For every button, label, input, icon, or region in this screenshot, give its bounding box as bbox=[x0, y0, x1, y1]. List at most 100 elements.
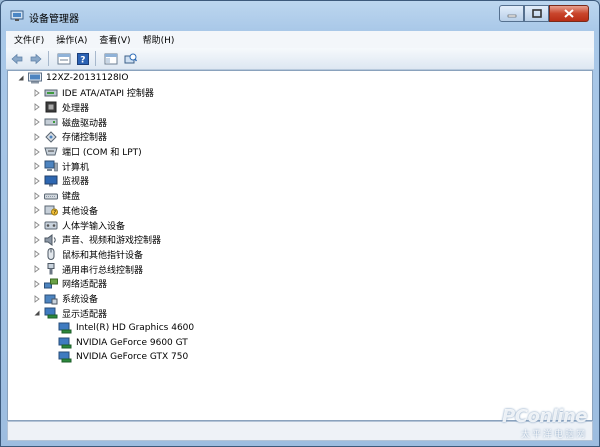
tree-node[interactable]: 12XZ-20131128IO bbox=[16, 71, 128, 85]
device-tree[interactable]: 12XZ-20131128IO IDE ATA/ATAPI 控制器 处理器磁盘驱动器… bbox=[7, 70, 593, 421]
watermark-logo: PConline bbox=[502, 406, 587, 427]
expand-icon[interactable] bbox=[32, 191, 42, 201]
menu-bar: 文件(F) 操作(A) 查看(V) 帮助(H) bbox=[6, 31, 594, 48]
toolbar: ? bbox=[6, 48, 594, 70]
tree-node[interactable]: 通用串行总线控制器 bbox=[32, 262, 143, 276]
tree-node-label: 鼠标和其他指针设备 bbox=[62, 250, 144, 261]
watermark-subtitle: 太平洋电脑网 bbox=[520, 430, 587, 440]
tree-node-label: 处理器 bbox=[62, 103, 90, 114]
tree-node[interactable]: 人体学输入设备 bbox=[32, 218, 125, 232]
expand-icon[interactable] bbox=[32, 117, 42, 127]
ide-controller-icon bbox=[44, 87, 58, 99]
tree-node-label: 声音、视频和游戏控制器 bbox=[62, 236, 162, 247]
expand-icon[interactable] bbox=[32, 88, 42, 98]
tree-node[interactable]: 键盘 bbox=[32, 189, 80, 203]
display-card-icon bbox=[58, 322, 72, 334]
menu-item[interactable]: 查看(V) bbox=[99, 33, 130, 46]
window-title: 设备管理器 bbox=[29, 14, 79, 25]
menu-item[interactable]: 帮助(H) bbox=[143, 33, 175, 46]
tree-node[interactable]: 网络适配器 bbox=[32, 277, 107, 291]
network-adapter-icon bbox=[44, 278, 58, 290]
device-manager-window: 设备管理器 文件(F) 操作(A) 查看(V) 帮助(H) ? 12XZ-201311… bbox=[0, 0, 600, 447]
expand-icon[interactable] bbox=[32, 205, 42, 215]
tree-node-label: 端口 (COM 和 LPT) bbox=[62, 148, 142, 158]
expand-icon[interactable] bbox=[32, 294, 42, 304]
svg-text:?: ? bbox=[80, 55, 85, 65]
tree-node[interactable]: Intel(R) HD Graphics 4600 bbox=[46, 321, 194, 335]
collapse-icon[interactable] bbox=[32, 308, 42, 318]
toolbar-separator bbox=[95, 51, 96, 66]
tree-node[interactable]: NVIDIA GeForce GTX 750 bbox=[46, 350, 188, 364]
title-bar[interactable]: 设备管理器 bbox=[1, 1, 599, 31]
tree-node[interactable]: 显示适配器 bbox=[32, 306, 107, 320]
tree-node-label: 人体学输入设备 bbox=[62, 221, 126, 232]
toolbar-separator bbox=[48, 51, 49, 66]
menu-item[interactable]: 文件(F) bbox=[14, 33, 44, 46]
tree-node-label: 其他设备 bbox=[62, 206, 99, 217]
tree-node[interactable]: 存储控制器 bbox=[32, 130, 107, 144]
back-icon[interactable] bbox=[9, 51, 25, 67]
tree-node-label: 键盘 bbox=[62, 192, 81, 203]
tree-node[interactable]: 鼠标和其他指针设备 bbox=[32, 247, 143, 261]
close-icon bbox=[564, 9, 574, 18]
minimize-icon bbox=[507, 14, 516, 17]
monitor-icon bbox=[44, 175, 58, 187]
expand-icon[interactable] bbox=[32, 102, 42, 112]
expand-icon[interactable] bbox=[32, 147, 42, 157]
expand-icon[interactable] bbox=[32, 264, 42, 274]
keyboard-icon bbox=[44, 190, 58, 202]
tree-node[interactable]: 计算机 bbox=[32, 159, 89, 173]
display-card-icon bbox=[58, 337, 72, 349]
scan-hardware-icon[interactable] bbox=[122, 51, 138, 67]
expand-icon[interactable] bbox=[32, 235, 42, 245]
svg-text:?: ? bbox=[53, 210, 56, 216]
minimize-button[interactable] bbox=[499, 5, 524, 22]
tree-node-label: IDE ATA/ATAPI 控制器 bbox=[62, 89, 154, 100]
tree-node-label: 计算机 bbox=[62, 162, 90, 173]
help-icon[interactable]: ? bbox=[75, 51, 91, 67]
tree-node[interactable]: 磁盘驱动器 bbox=[32, 115, 107, 129]
tree-node[interactable]: NVIDIA GeForce 9600 GT bbox=[46, 336, 188, 350]
properties-icon[interactable] bbox=[56, 51, 72, 67]
expand-icon[interactable] bbox=[32, 279, 42, 289]
collapse-icon[interactable] bbox=[16, 73, 26, 83]
close-button[interactable] bbox=[549, 5, 589, 22]
tree-node-label: NVIDIA GeForce 9600 GT bbox=[76, 337, 188, 348]
tree-node[interactable]: 系统设备 bbox=[32, 292, 98, 306]
tree-node-label: 显示适配器 bbox=[62, 309, 108, 320]
device-manager-icon bbox=[10, 10, 24, 22]
tree-node[interactable]: IDE ATA/ATAPI 控制器 bbox=[32, 86, 154, 100]
expand-icon[interactable] bbox=[32, 220, 42, 230]
tree-node[interactable]: 监视器 bbox=[32, 174, 89, 188]
tree-node-label: 监视器 bbox=[62, 177, 90, 188]
console-tree-icon[interactable] bbox=[103, 51, 119, 67]
tree-node[interactable]: ? 其他设备 bbox=[32, 203, 98, 217]
tree-node-label: 存储控制器 bbox=[62, 133, 108, 144]
tree-node[interactable]: 端口 (COM 和 LPT) bbox=[32, 145, 142, 159]
disk-drive-icon bbox=[44, 116, 58, 128]
storage-controller-icon bbox=[44, 131, 58, 143]
processor-icon bbox=[44, 101, 58, 113]
tree-node[interactable]: 处理器 bbox=[32, 100, 89, 114]
expand-icon[interactable] bbox=[32, 132, 42, 142]
tree-node[interactable]: 声音、视频和游戏控制器 bbox=[32, 233, 161, 247]
expand-icon[interactable] bbox=[32, 161, 42, 171]
expand-icon[interactable] bbox=[32, 249, 42, 259]
mouse-icon bbox=[44, 248, 58, 261]
tree-node-label: 12XZ-20131128IO bbox=[46, 73, 129, 83]
usb-icon bbox=[44, 263, 58, 275]
tree-node-label: Intel(R) HD Graphics 4600 bbox=[76, 322, 195, 333]
forward-icon[interactable] bbox=[28, 51, 44, 67]
computer-monitor-icon bbox=[44, 160, 58, 172]
tree-node-label: 系统设备 bbox=[62, 295, 99, 305]
display-card-icon bbox=[58, 351, 72, 363]
tree-node-label: 网络适配器 bbox=[62, 280, 108, 291]
tree-node-label: 通用串行总线控制器 bbox=[62, 265, 144, 276]
maximize-button[interactable] bbox=[524, 5, 549, 22]
computer-icon bbox=[28, 72, 42, 84]
menu-item[interactable]: 操作(A) bbox=[56, 33, 87, 46]
display-adapter-icon bbox=[44, 307, 58, 319]
tree-node-label: 磁盘驱动器 bbox=[62, 118, 108, 129]
watermark: PConline 太平洋电脑网 bbox=[502, 406, 587, 440]
expand-icon[interactable] bbox=[32, 176, 42, 186]
